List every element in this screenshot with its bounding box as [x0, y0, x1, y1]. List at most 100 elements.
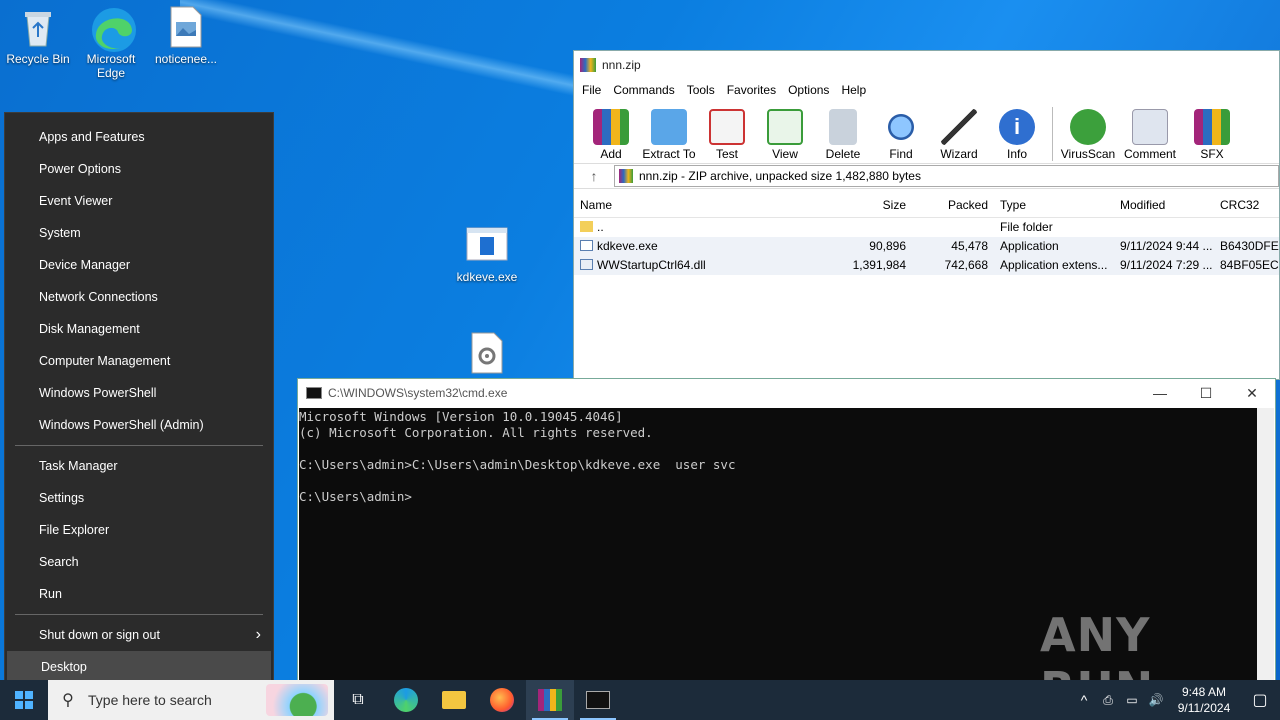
- menu-separator: [15, 445, 263, 446]
- exe-file-icon: [580, 240, 593, 251]
- winrar-pathbar: ↑ nnn.zip - ZIP archive, unpacked size 1…: [574, 163, 1279, 189]
- taskbar-clock[interactable]: 9:48 AM 9/11/2024: [1168, 684, 1240, 716]
- desktop-icon-kdkeve[interactable]: kdkeve.exe: [449, 226, 525, 284]
- desktop-icon-label: noticenee...: [154, 52, 218, 66]
- column-name[interactable]: Name: [574, 192, 830, 217]
- windows-logo-icon: [15, 691, 33, 709]
- desktop-icon-label: Recycle Bin: [6, 52, 70, 66]
- task-view-button[interactable]: ⧉: [334, 680, 382, 720]
- desktop-icon-label: kdkeve.exe: [456, 270, 518, 284]
- menu-separator: [15, 614, 263, 615]
- archive-path-field[interactable]: nnn.zip - ZIP archive, unpacked size 1,4…: [614, 165, 1279, 187]
- desktop-icon-label: Microsoft Edge: [86, 52, 136, 80]
- menu-file[interactable]: File: [576, 83, 607, 97]
- toolbar-delete-button[interactable]: Delete: [814, 109, 872, 161]
- menu-shutdown-or-sign-out[interactable]: Shut down or sign out ›: [5, 619, 273, 651]
- search-icon: ⚲: [62, 692, 74, 709]
- info-icon: i: [999, 109, 1035, 145]
- menu-file-explorer[interactable]: File Explorer: [5, 514, 273, 546]
- menu-desktop[interactable]: Desktop: [7, 651, 271, 683]
- winrar-title: nnn.zip: [602, 58, 641, 72]
- toolbar-find-button[interactable]: Find: [872, 109, 930, 161]
- menu-windows-powershell-admin[interactable]: Windows PowerShell (Admin): [5, 409, 273, 441]
- menu-options[interactable]: Options: [782, 83, 835, 97]
- add-archive-icon: [593, 109, 629, 145]
- toolbar-virusscan-button[interactable]: VirusScan: [1059, 109, 1117, 161]
- table-row[interactable]: WWStartupCtrl64.dll 1,391,984 742,668 Ap…: [574, 256, 1279, 275]
- search-placeholder: Type here to search: [88, 692, 212, 708]
- menu-tools[interactable]: Tools: [681, 83, 721, 97]
- taskbar-cmd[interactable]: [574, 680, 622, 720]
- taskbar-firefox[interactable]: [478, 680, 526, 720]
- menu-disk-management[interactable]: Disk Management: [5, 313, 273, 345]
- menu-commands[interactable]: Commands: [607, 83, 680, 97]
- cmd-titlebar[interactable]: C:\WINDOWS\system32\cmd.exe — ☐ ✕: [298, 379, 1275, 407]
- network-icon[interactable]: ▭: [1120, 693, 1144, 707]
- table-row[interactable]: .. File folder: [574, 218, 1279, 237]
- start-button[interactable]: [0, 680, 48, 720]
- winrar-icon: [538, 689, 562, 711]
- up-arrow-icon[interactable]: ↑: [574, 168, 614, 184]
- menu-apps-and-features[interactable]: Apps and Features: [5, 121, 273, 153]
- menu-computer-management[interactable]: Computer Management: [5, 345, 273, 377]
- clock-time: 9:48 AM: [1181, 685, 1227, 699]
- menu-favorites[interactable]: Favorites: [721, 83, 782, 97]
- taskbar-file-explorer[interactable]: [430, 680, 478, 720]
- toolbar-extract-button[interactable]: Extract To: [640, 109, 698, 161]
- taskbar-edge[interactable]: [382, 680, 430, 720]
- column-type[interactable]: Type: [994, 192, 1114, 217]
- chevron-up-icon[interactable]: ^: [1072, 692, 1096, 708]
- column-packed[interactable]: Packed: [912, 192, 994, 217]
- column-crc32[interactable]: CRC32: [1214, 192, 1279, 217]
- close-button[interactable]: ✕: [1229, 379, 1275, 407]
- menu-run[interactable]: Run: [5, 578, 273, 610]
- desktop-icon-recycle-bin[interactable]: Recycle Bin: [0, 6, 76, 66]
- maximize-button[interactable]: ☐: [1183, 379, 1229, 407]
- toolbar-comment-button[interactable]: Comment: [1117, 109, 1183, 161]
- desktop-icon-edge[interactable]: Microsoft Edge: [73, 6, 149, 80]
- archive-icon: [619, 169, 633, 183]
- taskbar-winrar[interactable]: [526, 680, 574, 720]
- toolbar-test-button[interactable]: Test: [698, 109, 756, 161]
- console-line: C:\Users\admin>C:\Users\admin\Desktop\kd…: [299, 457, 736, 472]
- menu-system[interactable]: System: [5, 217, 273, 249]
- search-highlight-icon: [266, 684, 328, 716]
- edge-icon: [90, 6, 136, 52]
- column-modified[interactable]: Modified: [1114, 192, 1214, 217]
- menu-windows-powershell[interactable]: Windows PowerShell: [5, 377, 273, 409]
- winrar-titlebar[interactable]: nnn.zip: [574, 51, 1279, 79]
- menu-help[interactable]: Help: [835, 83, 872, 97]
- file-list: Name Size Packed Type Modified CRC32 .. …: [574, 192, 1279, 275]
- volume-icon[interactable]: 🔊: [1144, 693, 1168, 707]
- toolbar-sfx-button[interactable]: SFX: [1183, 109, 1241, 161]
- console-line: (c) Microsoft Corporation. All rights re…: [299, 425, 653, 440]
- test-checklist-icon: [709, 109, 745, 145]
- toolbar-add-button[interactable]: Add: [582, 109, 640, 161]
- image-file-icon: [165, 6, 207, 48]
- menu-search[interactable]: Search: [5, 546, 273, 578]
- clock-date: 9/11/2024: [1177, 701, 1231, 715]
- folder-icon: [442, 691, 466, 709]
- folder-icon: [580, 221, 593, 232]
- menu-settings[interactable]: Settings: [5, 482, 273, 514]
- winx-menu: Apps and Features Power Options Event Vi…: [4, 112, 274, 684]
- menu-task-manager[interactable]: Task Manager: [5, 450, 273, 482]
- taskbar-search-box[interactable]: ⚲ Type here to search: [48, 680, 334, 720]
- device-icon[interactable]: ⎙: [1096, 693, 1120, 708]
- desktop-icon-noticenee[interactable]: noticenee...: [148, 6, 224, 66]
- edge-icon: [394, 688, 418, 712]
- menu-event-viewer[interactable]: Event Viewer: [5, 185, 273, 217]
- menu-network-connections[interactable]: Network Connections: [5, 281, 273, 313]
- menu-power-options[interactable]: Power Options: [5, 153, 273, 185]
- winrar-window[interactable]: nnn.zip File Commands Tools Favorites Op…: [573, 50, 1280, 380]
- toolbar-wizard-button[interactable]: Wizard: [930, 109, 988, 161]
- notification-icon[interactable]: ▢: [1240, 690, 1280, 710]
- minimize-button[interactable]: —: [1137, 379, 1183, 407]
- table-row[interactable]: kdkeve.exe 90,896 45,478 Application 9/1…: [574, 237, 1279, 256]
- column-size[interactable]: Size: [830, 192, 912, 217]
- desktop-icon-settings-file[interactable]: [449, 332, 525, 378]
- toolbar-view-button[interactable]: View: [756, 109, 814, 161]
- menu-device-manager[interactable]: Device Manager: [5, 249, 273, 281]
- toolbar-info-button[interactable]: i Info: [988, 109, 1046, 161]
